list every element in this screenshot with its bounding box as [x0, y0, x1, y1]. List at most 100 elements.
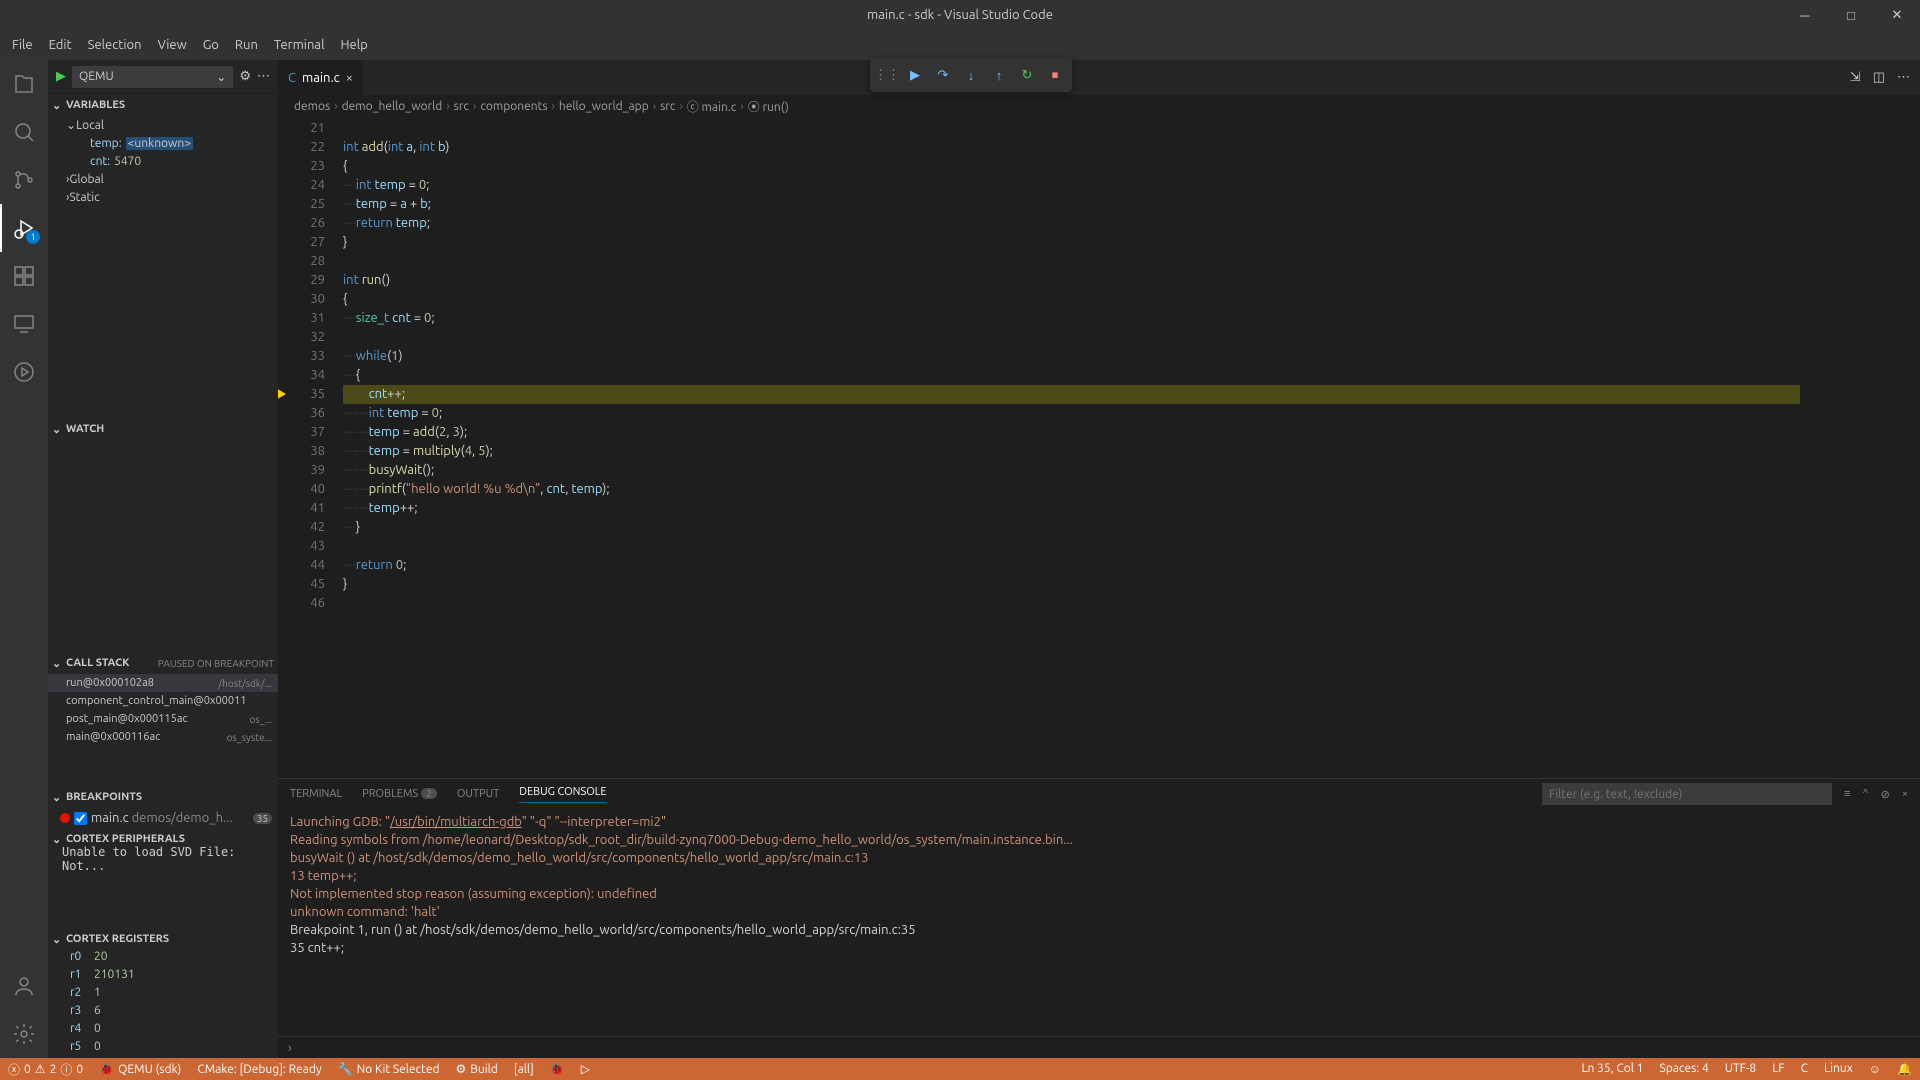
- menu-edit[interactable]: Edit: [41, 30, 80, 60]
- editor-body[interactable]: 2122232425262728293031323334353637383940…: [278, 117, 1920, 778]
- status-eol[interactable]: LF: [1764, 1062, 1792, 1075]
- breadcrumb-item[interactable]: demo_hello_world: [342, 100, 443, 113]
- status-encoding[interactable]: UTF-8: [1717, 1062, 1764, 1075]
- search-icon[interactable]: [0, 108, 48, 156]
- debug-console-output[interactable]: Launching GDB: "/usr/bin/multiarch-gdb" …: [278, 809, 1920, 1036]
- account-icon[interactable]: [0, 962, 48, 1010]
- status-kit[interactable]: 🔧 No Kit Selected: [330, 1058, 448, 1080]
- c-file-icon: C: [288, 71, 296, 85]
- breakpoint-item[interactable]: main.c demos/demo_h... 35: [48, 808, 278, 828]
- settings-gear-icon[interactable]: [0, 1010, 48, 1058]
- scope-static[interactable]: ›Static: [48, 188, 278, 206]
- register-row[interactable]: r36: [48, 1004, 278, 1022]
- breadcrumb-item[interactable]: src: [454, 100, 469, 113]
- breadcrumb-item[interactable]: ⦿ run(): [748, 98, 789, 115]
- compare-icon[interactable]: ⇲: [1850, 70, 1861, 85]
- start-debug-icon[interactable]: ▶: [56, 69, 66, 84]
- status-build[interactable]: ⚙ Build: [447, 1058, 505, 1080]
- callstack-frame[interactable]: post_main@0x000115acos_...: [48, 710, 278, 728]
- var-temp[interactable]: temp:<unknown>: [48, 134, 278, 152]
- run-debug-icon[interactable]: 1: [0, 204, 48, 252]
- chevron-up-icon[interactable]: ^: [1862, 788, 1868, 800]
- breadcrumb-item[interactable]: components: [480, 100, 547, 113]
- tab-close-icon[interactable]: ×: [346, 71, 353, 85]
- minimap[interactable]: [1800, 117, 1920, 778]
- status-target[interactable]: [all]: [506, 1058, 542, 1080]
- more-actions-icon[interactable]: ⋯: [1897, 70, 1910, 85]
- tab-main-c[interactable]: C main.c ×: [278, 60, 364, 95]
- breadcrumbs[interactable]: demos›demo_hello_world›src›components›he…: [278, 95, 1920, 117]
- status-os[interactable]: Linux: [1816, 1062, 1861, 1075]
- close-icon[interactable]: ✕: [1874, 0, 1920, 30]
- callstack-header[interactable]: ⌄CALL STACKPAUSED ON BREAKPOINT: [48, 652, 278, 674]
- remote-icon[interactable]: [0, 300, 48, 348]
- menu-help[interactable]: Help: [332, 30, 375, 60]
- source-control-icon[interactable]: [0, 156, 48, 204]
- register-row[interactable]: r020: [48, 950, 278, 968]
- code[interactable]: int add(int a, int b){····int temp = 0;·…: [343, 117, 1800, 778]
- window-controls: ─ □ ✕: [1782, 0, 1920, 30]
- split-editor-icon[interactable]: ◫: [1873, 70, 1885, 85]
- breadcrumb-item[interactable]: src: [660, 100, 675, 113]
- callstack-frame[interactable]: component_control_main@0x00011: [48, 692, 278, 710]
- debug-toolbar[interactable]: ⋮⋮ ▶ ↷ ↓ ↑ ↻ ⏹: [870, 58, 1072, 92]
- scope-local[interactable]: ⌄Local: [48, 116, 278, 134]
- explorer-icon[interactable]: [0, 60, 48, 108]
- menu-go[interactable]: Go: [195, 30, 227, 60]
- callstack-frame[interactable]: main@0x000116acos_syste...: [48, 728, 278, 746]
- status-errors[interactable]: ⓧ0 ⚠2 ⓘ0: [0, 1058, 91, 1080]
- menu-view[interactable]: View: [150, 30, 195, 60]
- close-panel-icon[interactable]: ×: [1902, 788, 1908, 800]
- status-run-launch[interactable]: ▷: [573, 1058, 598, 1080]
- debug-config-select[interactable]: QEMU⌄: [72, 66, 233, 88]
- more-icon[interactable]: ⋯: [257, 69, 270, 84]
- console-filter-input[interactable]: [1542, 783, 1832, 805]
- register-row[interactable]: r40: [48, 1022, 278, 1040]
- breadcrumb-item[interactable]: ⓒ main.c: [687, 98, 737, 115]
- extensions-icon[interactable]: [0, 252, 48, 300]
- status-feedback-icon[interactable]: ☺: [1861, 1062, 1889, 1076]
- step-over-icon[interactable]: ↷: [930, 62, 956, 88]
- status-debug-launch[interactable]: 🐞: [542, 1058, 573, 1080]
- register-row[interactable]: r50: [48, 1040, 278, 1058]
- breadcrumb-item[interactable]: demos: [294, 100, 330, 113]
- register-row[interactable]: r21: [48, 986, 278, 1004]
- menu-terminal[interactable]: Terminal: [266, 30, 333, 60]
- clear-icon[interactable]: ⊘: [1881, 788, 1890, 801]
- stop-icon[interactable]: ⏹: [1042, 62, 1068, 88]
- testing-icon[interactable]: [0, 348, 48, 396]
- cortex-registers-header[interactable]: ⌄CORTEX REGISTERS: [48, 928, 278, 950]
- breakpoints-header[interactable]: ⌄BREAKPOINTS: [48, 786, 278, 808]
- breakpoint-checkbox[interactable]: [74, 812, 87, 825]
- debug-console-input[interactable]: ›: [278, 1036, 1920, 1058]
- menu-file[interactable]: File: [4, 30, 41, 60]
- step-out-icon[interactable]: ↑: [986, 62, 1012, 88]
- status-bell-icon[interactable]: 🔔: [1889, 1062, 1920, 1076]
- callstack-frame[interactable]: run@0x000102a8/host/sdk/...: [48, 674, 278, 692]
- status-cmake[interactable]: CMake: [Debug]: Ready: [189, 1058, 329, 1080]
- var-cnt[interactable]: cnt:5470: [48, 152, 278, 170]
- watch-header[interactable]: ⌄WATCH: [48, 418, 278, 440]
- panel-debug-console[interactable]: DEBUG CONSOLE: [519, 786, 606, 803]
- breadcrumb-item[interactable]: hello_world_app: [559, 100, 649, 113]
- register-row[interactable]: r1210131: [48, 968, 278, 986]
- maximize-icon[interactable]: □: [1828, 0, 1874, 30]
- menu-selection[interactable]: Selection: [80, 30, 150, 60]
- restart-icon[interactable]: ↻: [1014, 62, 1040, 88]
- panel-output[interactable]: OUTPUT: [457, 788, 499, 800]
- panel-terminal[interactable]: TERMINAL: [290, 788, 342, 800]
- scope-global[interactable]: ›Global: [48, 170, 278, 188]
- continue-icon[interactable]: ▶: [902, 62, 928, 88]
- minimize-icon[interactable]: ─: [1782, 0, 1828, 30]
- status-qemu[interactable]: 🐞 QEMU (sdk): [91, 1058, 189, 1080]
- menu-run[interactable]: Run: [227, 30, 266, 60]
- wrap-icon[interactable]: ≡: [1844, 788, 1850, 800]
- drag-handle-icon[interactable]: ⋮⋮: [874, 62, 900, 88]
- step-into-icon[interactable]: ↓: [958, 62, 984, 88]
- status-cursor[interactable]: Ln 35, Col 1: [1573, 1062, 1651, 1075]
- status-lang[interactable]: C: [1793, 1062, 1816, 1075]
- status-spaces[interactable]: Spaces: 4: [1651, 1062, 1716, 1075]
- panel-problems[interactable]: PROBLEMS2: [362, 788, 437, 800]
- gear-icon[interactable]: ⚙: [239, 69, 251, 84]
- variables-header[interactable]: ⌄VARIABLES: [48, 94, 278, 116]
